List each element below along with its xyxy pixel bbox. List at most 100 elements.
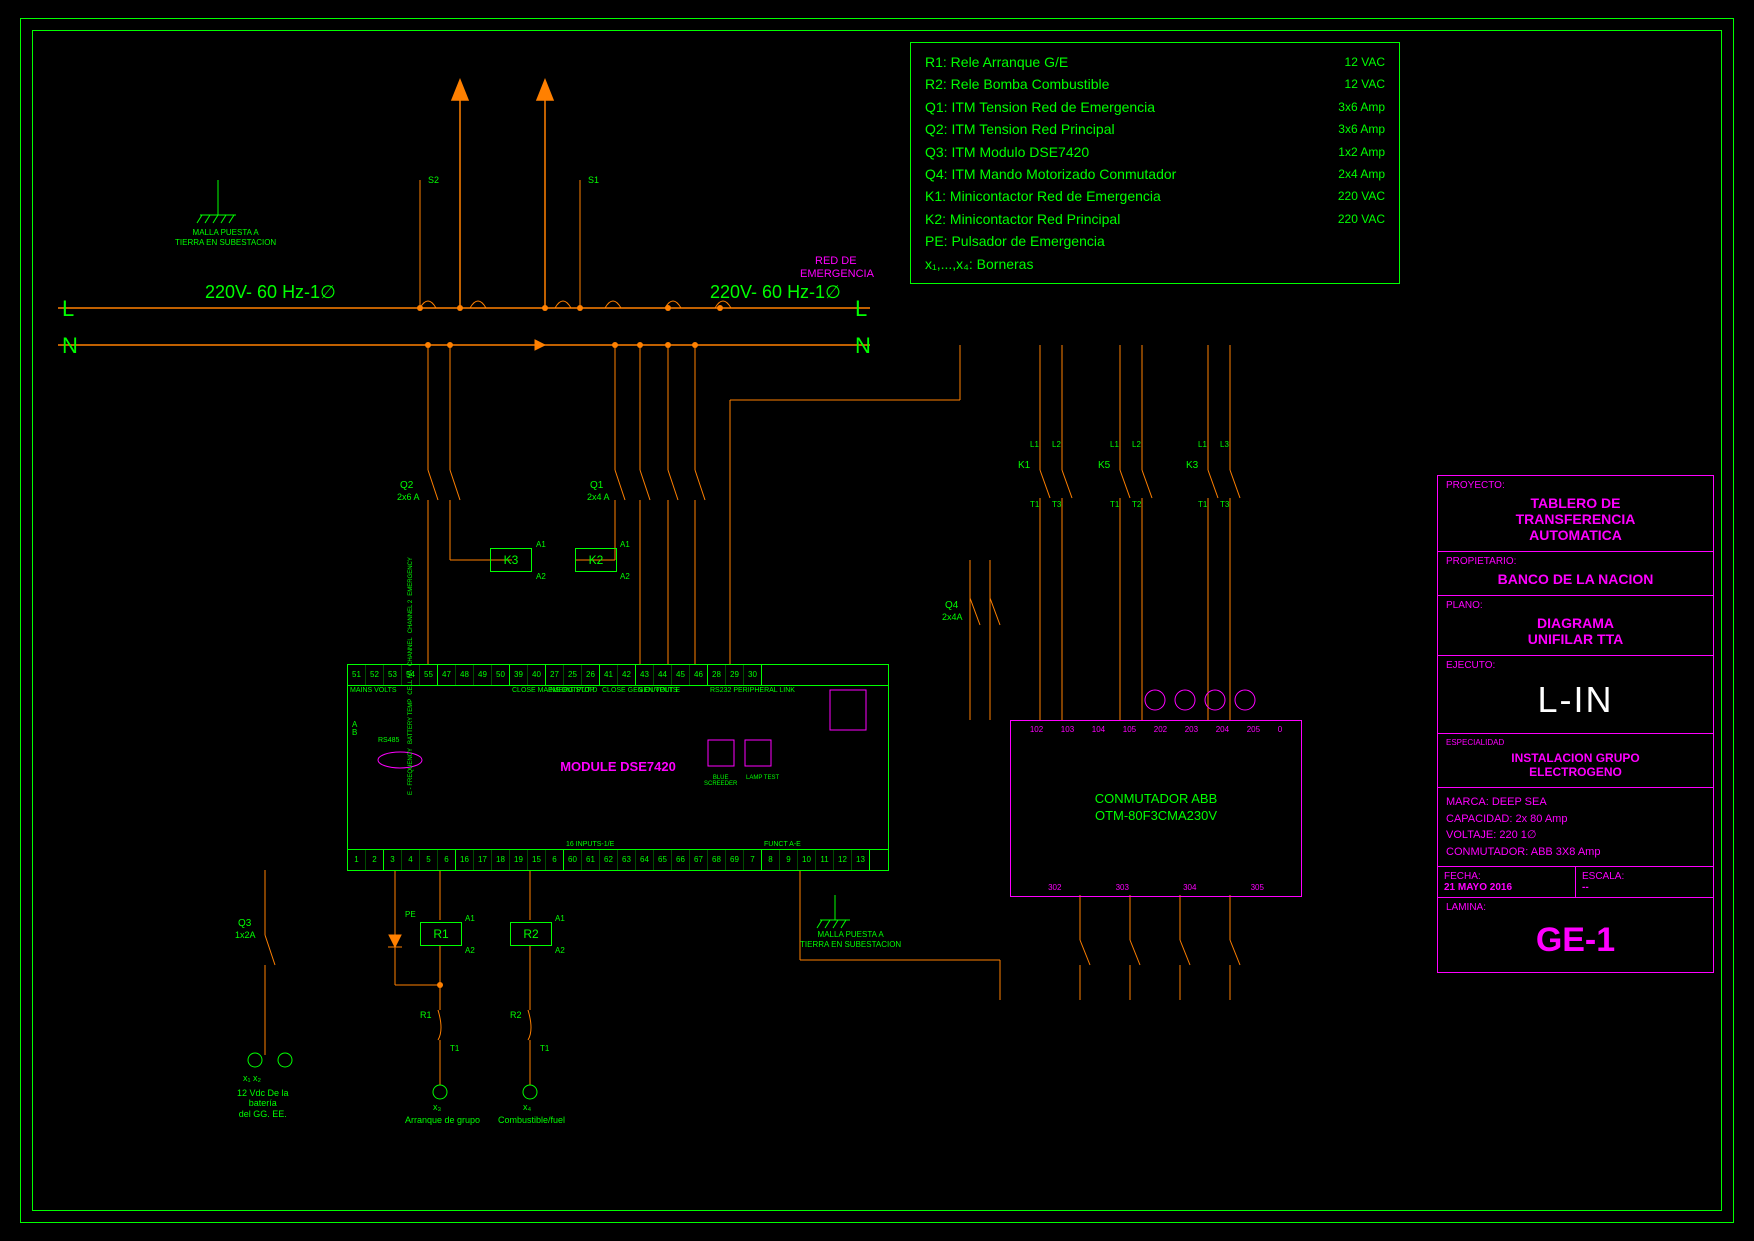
r2t: T1 bbox=[540, 1044, 549, 1053]
tb-spec-line: MARCA: DEEP SEA bbox=[1446, 794, 1705, 811]
lbl-ll5: L1 bbox=[1198, 440, 1207, 449]
r2a2: A2 bbox=[555, 946, 565, 955]
legend-row: R1: Rele Arranque G/E12 VAC bbox=[925, 51, 1385, 73]
dse-terminal: 18 bbox=[492, 850, 510, 870]
dse-terminal: 50 bbox=[492, 665, 509, 685]
commut-pin: 104 bbox=[1092, 725, 1105, 734]
lbl-a2-2: A2 bbox=[620, 572, 630, 581]
tb-espec-l: ESPECIALIDAD bbox=[1446, 738, 1705, 747]
dse-term-group: 272526 bbox=[546, 665, 600, 685]
commut-pin: 103 bbox=[1061, 725, 1074, 734]
r1a2: A2 bbox=[465, 946, 475, 955]
lbl-q4: Q4 bbox=[945, 600, 958, 611]
lbl-q1r: 2x4 A bbox=[587, 492, 610, 502]
tb-espec: INSTALACION GRUPO ELECTROGENO bbox=[1446, 747, 1705, 783]
commut-pin: 203 bbox=[1185, 725, 1198, 734]
lbl-tt5: T1 bbox=[1198, 500, 1207, 509]
x3l: Arranque de grupo bbox=[405, 1115, 480, 1125]
legend-row: PE: Pulsador de Emergencia bbox=[925, 230, 1385, 252]
legend-row: Q4: ITM Mando Motorizado Conmutador2x4 A… bbox=[925, 163, 1385, 185]
commut-t2: OTM-80F3CMA230V bbox=[1095, 808, 1217, 823]
lbl-s1: S1 bbox=[588, 175, 599, 185]
commutator-box: 1021031041052022032042050 CONMUTADOR ABB… bbox=[1010, 720, 1302, 897]
legend-row: K2: Minicontactor Red Principal220 VAC bbox=[925, 208, 1385, 230]
dse-term-group: 43444546 bbox=[636, 665, 708, 685]
red-emergencia-1: RED DE bbox=[815, 255, 857, 267]
tb-proyecto-l: PROYECTO: bbox=[1446, 480, 1705, 491]
dse-term-group: 282930 bbox=[708, 665, 762, 685]
dse-terminal: 44 bbox=[654, 665, 672, 685]
relay-k3: K3 bbox=[490, 548, 532, 572]
tb-escala: ESCALA: -- bbox=[1576, 867, 1713, 897]
x3: x₃ bbox=[433, 1102, 441, 1112]
lbl-tt4: T2 bbox=[1132, 500, 1141, 509]
dse-term-group: 47484950 bbox=[438, 665, 510, 685]
x4l: Combustible/fuel bbox=[498, 1115, 565, 1125]
legend-box: R1: Rele Arranque G/E12 VACR2: Rele Bomb… bbox=[910, 42, 1400, 284]
lbl-ll4: L2 bbox=[1132, 440, 1141, 449]
dse-terminal: 62 bbox=[600, 850, 618, 870]
tb-spec-line: CAPACIDAD: 2x 80 Amp bbox=[1446, 811, 1705, 828]
dse-term-group: 16171819156 bbox=[456, 850, 564, 870]
dse-terminal: 6 bbox=[546, 850, 563, 870]
dse-sub-label: GEN VOLTS bbox=[638, 687, 678, 694]
dse-left-notes: E - FREQUENCYBATTERY TEMPCELL NACHANNELC… bbox=[408, 557, 414, 795]
lbl-q1: Q1 bbox=[590, 480, 603, 491]
tb-lamina-l: LAMINA: bbox=[1446, 902, 1705, 913]
dse-note: CHANNEL bbox=[408, 637, 414, 666]
commut-pin: 204 bbox=[1216, 725, 1229, 734]
dse-terminal: 49 bbox=[474, 665, 492, 685]
dse-note: CHANNEL 2 bbox=[408, 600, 414, 633]
r1t: T1 bbox=[450, 1044, 459, 1053]
dse-terminal: 8 bbox=[762, 850, 780, 870]
dse-note: E - FREQUENCY bbox=[408, 748, 414, 795]
tb-fecha: FECHA: 21 MAYO 2016 bbox=[1438, 867, 1576, 897]
ground-label-1: MALLA PUESTA A TIERRA EN SUBESTACION bbox=[175, 228, 276, 247]
dse-term-group: 606162636465666768697 bbox=[564, 850, 762, 870]
lbl-q2r: 2x6 A bbox=[397, 492, 420, 502]
dse-terminal: 45 bbox=[672, 665, 690, 685]
lbl-tt6: T3 bbox=[1220, 500, 1229, 509]
dse-sub-label: RS232 PERIPHERAL LINK bbox=[710, 687, 764, 694]
dse-sub-label: CLOSE GEN OUTPUT E bbox=[602, 687, 638, 694]
dse-terminal: 67 bbox=[690, 850, 708, 870]
tb-fecha-l: FECHA: bbox=[1444, 871, 1481, 882]
dse-terminal: 3 bbox=[384, 850, 402, 870]
legend-row: Q1: ITM Tension Red de Emergencia3x6 Amp bbox=[925, 96, 1385, 118]
x1x2l: 12 Vdc De la batería del GG. EE. bbox=[237, 1088, 289, 1119]
label-N-left: N bbox=[62, 333, 78, 359]
dse-terminal: 42 bbox=[618, 665, 635, 685]
dse-lamp: LAMP TEST bbox=[746, 775, 779, 781]
dse-term-group: 4142 bbox=[600, 665, 636, 685]
lbl-s2: S2 bbox=[428, 175, 439, 185]
legend-row: R2: Rele Bomba Combustible12 VAC bbox=[925, 73, 1385, 95]
dse-terminal: 55 bbox=[420, 665, 437, 685]
lbl-tt3: T1 bbox=[1110, 500, 1119, 509]
commut-pins-bot: 302303304305 bbox=[1021, 883, 1291, 892]
dse-terminal: 61 bbox=[582, 850, 600, 870]
label-N-right: N bbox=[855, 333, 871, 359]
dse-terminal: 60 bbox=[564, 850, 582, 870]
label-L-right: L bbox=[855, 296, 867, 322]
commut-pin: 302 bbox=[1048, 883, 1061, 892]
tb-lamina: GE-1 bbox=[1446, 913, 1705, 968]
commut-pin: 105 bbox=[1123, 725, 1136, 734]
dse-title: MODULE DSE7420 bbox=[560, 759, 676, 774]
lbl-k3b: K3 bbox=[1186, 460, 1198, 471]
dse-terminal: 1 bbox=[348, 850, 366, 870]
tb-escala-l: ESCALA: bbox=[1582, 871, 1624, 882]
lbl-a1-2: A1 bbox=[620, 540, 630, 549]
dse-sub-label: CLOSE MAINS OUTPUT D bbox=[512, 687, 548, 694]
tb-spec-line: VOLTAJE: 220 1∅ bbox=[1446, 827, 1705, 844]
x4: x₄ bbox=[523, 1102, 531, 1112]
dse-sub-label: FUNCT A-E bbox=[764, 841, 801, 848]
dse-terminal: 65 bbox=[654, 850, 672, 870]
dse-term-group: 3456 bbox=[384, 850, 456, 870]
dse-term-group: 5152535455 bbox=[348, 665, 438, 685]
dse-usb: BLUE SCREEDER bbox=[704, 775, 737, 787]
dse-terminal: 51 bbox=[348, 665, 366, 685]
commut-pin: 305 bbox=[1251, 883, 1264, 892]
dse-terminal: 2 bbox=[366, 850, 383, 870]
dse-terminal: 48 bbox=[456, 665, 474, 685]
legend-row: Q3: ITM Modulo DSE74201x2 Amp bbox=[925, 141, 1385, 163]
